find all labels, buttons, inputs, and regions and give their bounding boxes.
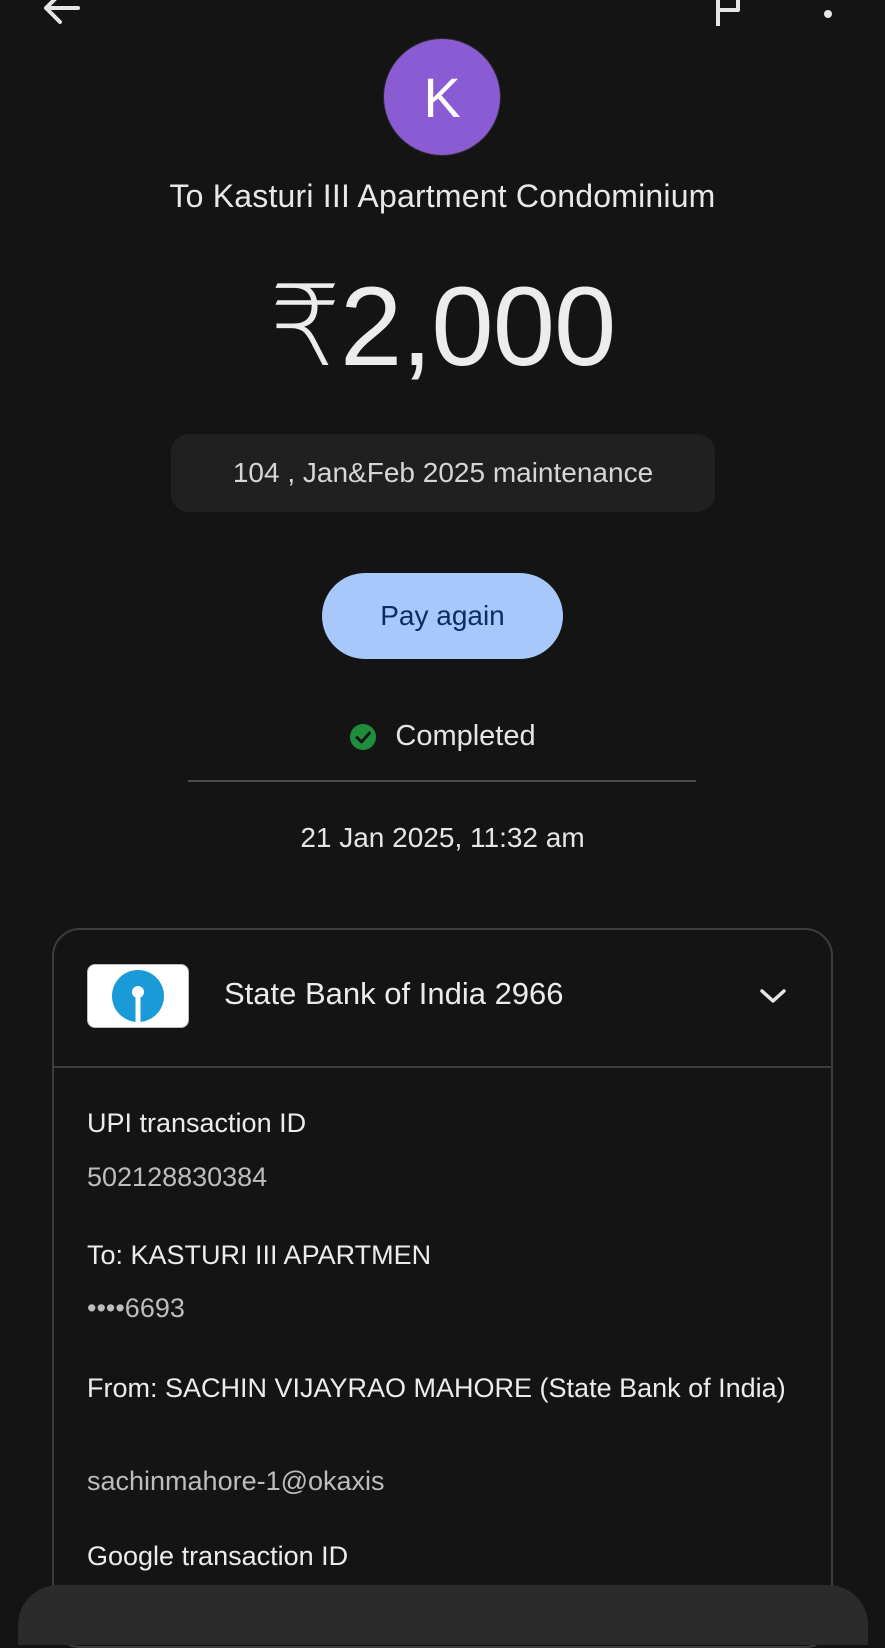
check-circle-icon [350,723,377,750]
more-vert-icon [824,10,832,18]
arrow-left-icon [44,0,80,24]
to-account-value: ••••6693 [87,1293,185,1323]
expand-button[interactable] [756,985,790,1007]
upi-transaction-id-label: UPI transaction ID [87,1108,307,1138]
payment-note-text: 104 , Jan&Feb 2025 maintenance [232,457,654,488]
chevron-down-icon [760,989,786,1003]
upi-transaction-id-value: 502128830384 [87,1162,268,1192]
from-account-value: sachinmahore-1@okaxis [87,1466,385,1496]
google-transaction-id-label: Google transaction ID [87,1541,349,1571]
payment-amount: ₹2,000 [269,264,617,389]
divider [188,780,696,782]
status-text: Completed [395,720,536,752]
payment-note: 104 , Jan&Feb 2025 maintenance [171,434,715,512]
pay-again-button[interactable]: Pay again [322,573,563,659]
more-options-button[interactable] [816,0,840,32]
flag-icon [716,0,740,26]
bank-account-name: State Bank of India 2966 [224,976,564,1011]
card-divider [54,1066,831,1068]
avatar-letter: K [423,65,461,129]
sbi-logo-icon [87,964,189,1028]
recipient-avatar: K [383,38,501,156]
back-button[interactable] [38,0,86,30]
from-account-label: From: SACHIN VIJAYRAO MAHORE (State Bank… [87,1373,786,1403]
status-row: Completed [0,720,885,753]
report-button[interactable] [712,0,748,28]
to-account-label: To: KASTURI III APARTMEN [87,1240,432,1270]
bottom-sheet[interactable] [18,1585,868,1645]
transaction-datetime: 21 Jan 2025, 11:32 am [300,822,585,853]
recipient-title: To Kasturi III Apartment Condominium [169,178,716,214]
